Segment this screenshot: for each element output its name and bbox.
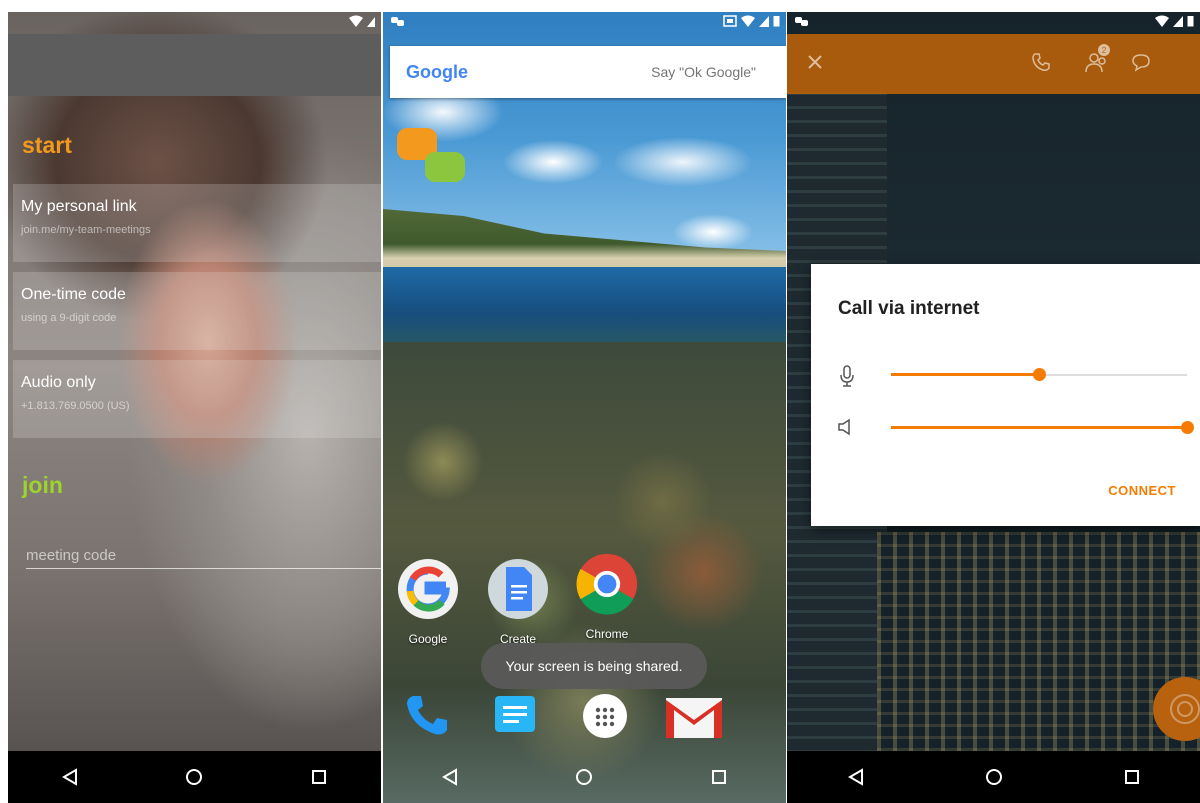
microphone-icon — [840, 365, 854, 387]
home-icon[interactable] — [575, 768, 593, 786]
recents-icon[interactable] — [711, 769, 727, 785]
gmail-icon[interactable] — [666, 698, 722, 738]
signal-icon — [759, 16, 769, 27]
option-subtitle: +1.813.769.0500 (US) — [21, 400, 130, 412]
navigation-bar — [383, 751, 786, 803]
option-title: My personal link — [21, 198, 137, 215]
meeting-code-input[interactable]: meeting code — [26, 547, 381, 569]
google-logo: Google — [406, 61, 468, 82]
slider-fill — [891, 373, 1039, 376]
status-bar — [787, 12, 1200, 34]
dialog-title: Call via internet — [838, 298, 980, 319]
home-icon[interactable] — [185, 768, 203, 786]
google-app-icon — [398, 559, 458, 619]
app-create[interactable]: Create — [483, 557, 553, 646]
participants-count-badge: 2 — [1102, 46, 1107, 55]
google-search-bar[interactable]: Google Say "Ok Google" — [390, 46, 786, 98]
target-icon — [1170, 694, 1200, 724]
status-bar — [383, 12, 786, 34]
microphone-volume-slider[interactable] — [891, 368, 1187, 381]
battery-icon — [1187, 16, 1194, 27]
option-title: One-time code — [21, 286, 126, 303]
back-icon[interactable] — [61, 768, 78, 786]
docs-app-icon — [488, 559, 548, 619]
call-screen: 2 Call via internet CONNECT — [787, 12, 1200, 803]
app-bar — [8, 34, 381, 96]
close-icon[interactable] — [807, 54, 823, 70]
join-me-start-screen: start My personal link join.me/my-team-m… — [8, 12, 381, 803]
app-label: Chrome — [585, 627, 629, 641]
navigation-bar — [787, 751, 1200, 803]
status-bar — [8, 12, 381, 34]
option-title: Audio only — [21, 374, 96, 391]
option-subtitle: using a 9-digit code — [21, 312, 117, 324]
join-me-logo-icon — [397, 128, 465, 182]
wifi-icon — [741, 15, 755, 27]
signal-icon — [367, 17, 375, 27]
wallpaper-sea — [383, 267, 786, 347]
search-hint: Say "Ok Google" — [651, 64, 756, 80]
phone-icon[interactable] — [403, 692, 449, 738]
slider-thumb[interactable] — [1033, 368, 1046, 381]
app-drawer-icon[interactable] — [581, 692, 629, 740]
signal-icon — [1173, 16, 1183, 27]
recents-icon[interactable] — [311, 769, 327, 785]
chat-icon[interactable] — [1131, 52, 1151, 72]
slider-fill — [891, 426, 1187, 429]
app-google[interactable]: Google — [393, 557, 463, 646]
join-me-notification-icon — [795, 17, 808, 26]
start-heading: start — [22, 132, 72, 158]
slider-thumb[interactable] — [1181, 421, 1194, 434]
speaker-icon — [838, 418, 850, 436]
back-icon[interactable] — [847, 768, 864, 786]
call-toolbar: 2 — [787, 34, 1200, 94]
cast-icon — [723, 15, 737, 27]
join-me-widget[interactable] — [397, 124, 467, 191]
screen-sharing-toast: Your screen is being shared. — [481, 643, 707, 689]
battery-icon — [773, 16, 780, 27]
navigation-bar — [8, 751, 381, 803]
speaker-volume-slider[interactable] — [891, 421, 1194, 434]
call-via-internet-dialog: Call via internet CONNECT — [811, 264, 1200, 526]
wifi-icon — [349, 15, 363, 27]
recents-icon[interactable] — [1124, 769, 1140, 785]
option-one-time-code[interactable]: One-time code using a 9-digit code — [13, 272, 381, 350]
wifi-icon — [1155, 15, 1169, 27]
app-chrome[interactable]: Chrome — [572, 552, 642, 641]
join-me-notification-icon — [391, 17, 404, 26]
android-home-screen: Google Say "Ok Google" Google Create Chr… — [383, 12, 786, 803]
app-label: Google — [408, 632, 448, 646]
connect-button[interactable]: CONNECT — [1108, 483, 1176, 498]
participants-icon[interactable]: 2 — [1083, 44, 1111, 74]
phone-call-icon[interactable] — [1031, 52, 1051, 72]
option-personal-link[interactable]: My personal link join.me/my-team-meeting… — [13, 184, 381, 262]
back-icon[interactable] — [441, 768, 458, 786]
option-subtitle: join.me/my-team-meetings — [21, 224, 151, 236]
chrome-app-icon — [576, 553, 638, 615]
join-heading: join — [22, 472, 63, 498]
option-audio-only[interactable]: Audio only +1.813.769.0500 (US) — [13, 360, 381, 438]
home-icon[interactable] — [985, 768, 1003, 786]
messages-icon[interactable] — [493, 694, 537, 740]
